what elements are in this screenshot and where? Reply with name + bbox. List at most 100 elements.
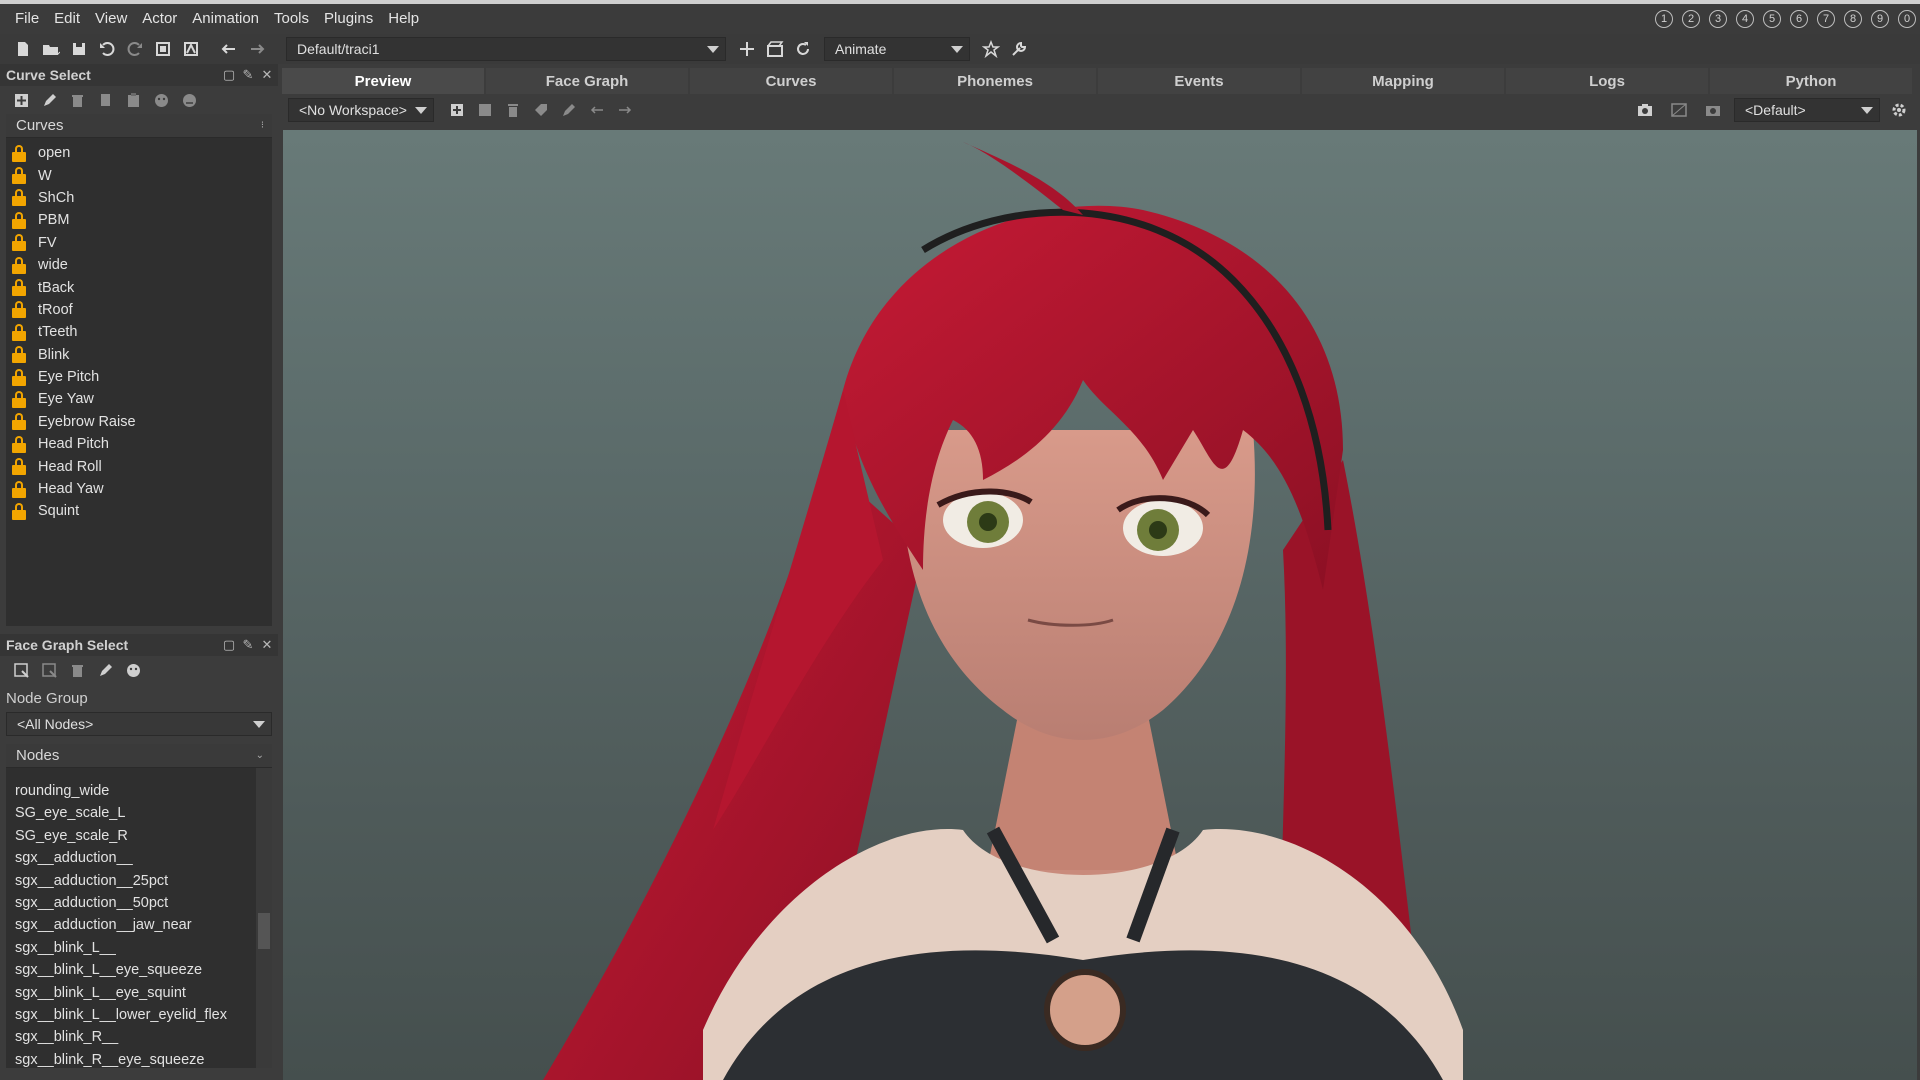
tab-preview[interactable]: Preview [282,68,484,94]
mode-combo[interactable]: Animate [824,37,970,61]
menu-animation[interactable]: Animation [185,5,266,33]
new-file-icon[interactable] [10,37,36,61]
analyze-icon[interactable] [178,37,204,61]
node-item[interactable]: sgx__blink_L__eye_squeeze [6,959,272,981]
curve-item[interactable]: Squint [6,500,272,522]
menu-view[interactable]: View [88,5,134,33]
curve-item[interactable]: Eyebrow Raise [6,411,272,433]
clapper-icon[interactable] [762,37,788,61]
face-icon[interactable] [122,660,144,680]
menu-tools[interactable]: Tools [267,5,316,33]
curve-item[interactable]: W [6,164,272,186]
node-item[interactable]: sgx__adduction__jaw_near [6,914,272,936]
preview-viewport[interactable] [283,130,1917,1080]
curve-item[interactable]: tTeeth [6,321,272,343]
move-right-icon[interactable] [612,98,638,122]
forward-arrow-icon[interactable] [244,37,270,61]
float-icon[interactable]: ▢ [222,67,236,82]
menu-file[interactable]: File [8,5,46,33]
delete-icon[interactable] [66,660,88,680]
tab-mapping[interactable]: Mapping [1302,68,1504,94]
edit-icon[interactable] [38,90,60,110]
curve-item[interactable]: Eye Pitch [6,366,272,388]
layout-slot-8[interactable]: 8 [1844,10,1862,28]
menu-plugins[interactable]: Plugins [317,5,380,33]
menu-edit[interactable]: Edit [47,5,87,33]
node-item[interactable]: SG_eye_scale_L [6,802,272,824]
back-arrow-icon[interactable] [216,37,242,61]
nodes-scrollbar[interactable] [256,768,272,1068]
curve-item[interactable]: tRoof [6,299,272,321]
curve-item[interactable]: tBack [6,276,272,298]
redo-icon[interactable] [122,37,148,61]
curve-item[interactable]: Eye Yaw [6,388,272,410]
layout-slot-1[interactable]: 1 [1655,10,1673,28]
curve-item[interactable]: wide [6,254,272,276]
add-icon[interactable] [734,37,760,61]
curve-item[interactable]: ShCh [6,187,272,209]
pin-icon[interactable]: ✎ [241,67,255,82]
settings-face-icon[interactable] [178,90,200,110]
tag-icon[interactable] [528,98,554,122]
move-left-icon[interactable] [584,98,610,122]
deselect-node-icon[interactable] [38,660,60,680]
copy-icon[interactable] [94,90,116,110]
delete-icon[interactable] [500,98,526,122]
star-icon[interactable] [978,37,1004,61]
layout-slot-9[interactable]: 9 [1871,10,1889,28]
curve-item[interactable]: PBM [6,209,272,231]
layout-slot-7[interactable]: 7 [1817,10,1835,28]
tab-python[interactable]: Python [1710,68,1912,94]
float-icon[interactable]: ▢ [222,637,236,652]
add-curve-icon[interactable] [10,90,32,110]
camera-icon[interactable] [1632,98,1658,122]
layout-slot-6[interactable]: 6 [1790,10,1808,28]
tab-face-graph[interactable]: Face Graph [486,68,688,94]
node-item[interactable]: sgx__blink_L__lower_eyelid_flex [6,1004,272,1026]
menu-dots-icon[interactable]: ⁝ [261,120,264,131]
nodes-list-header[interactable]: Nodes ⌄ [6,744,272,768]
undo-icon[interactable] [94,37,120,61]
layout-slot-2[interactable]: 2 [1682,10,1700,28]
batch-icon[interactable] [150,37,176,61]
open-folder-icon[interactable] [38,37,64,61]
layout-slot-0[interactable]: 0 [1898,10,1916,28]
menu-actor[interactable]: Actor [135,5,184,33]
curve-item[interactable]: Head Yaw [6,478,272,500]
add-workspace-icon[interactable] [444,98,470,122]
save-icon[interactable] [66,37,92,61]
paste-icon[interactable] [122,90,144,110]
layout-slot-4[interactable]: 4 [1736,10,1754,28]
curve-item[interactable]: Head Roll [6,455,272,477]
nodes-scroll-thumb[interactable] [258,913,270,949]
node-item[interactable]: sgx__adduction__25pct [6,870,272,892]
wrench-icon[interactable] [1006,37,1032,61]
node-group-select[interactable]: <All Nodes> [6,712,272,736]
screenshot-icon[interactable] [1666,98,1692,122]
rename-icon[interactable] [556,98,582,122]
close-icon[interactable]: ✕ [260,637,274,652]
curve-item[interactable]: Blink [6,344,272,366]
file-path-combo[interactable]: Default/traci1 [286,37,726,61]
chevron-down-icon[interactable]: ⌄ [256,750,264,761]
workspace-combo[interactable]: <No Workspace> [288,98,434,122]
tab-logs[interactable]: Logs [1506,68,1708,94]
face-icon[interactable] [150,90,172,110]
edit-icon[interactable] [94,660,116,680]
node-item[interactable]: sgx__blink_L__eye_squint [6,982,272,1004]
select-node-icon[interactable] [10,660,32,680]
duplicate-workspace-icon[interactable] [472,98,498,122]
curve-item[interactable]: open [6,142,272,164]
layout-slot-5[interactable]: 5 [1763,10,1781,28]
node-item[interactable]: sgx__blink_R__ [6,1026,272,1048]
delete-icon[interactable] [66,90,88,110]
node-item[interactable]: SG_eye_scale_R [6,825,272,847]
pin-icon[interactable]: ✎ [241,637,255,652]
node-item[interactable]: sgx__blink_R__eye_squeeze [6,1049,272,1068]
node-item[interactable]: sgx__adduction__ [6,847,272,869]
camera-settings-icon[interactable] [1700,98,1726,122]
tab-phonemes[interactable]: Phonemes [894,68,1096,94]
gear-icon[interactable] [1886,98,1912,122]
layout-slot-3[interactable]: 3 [1709,10,1727,28]
curve-item[interactable]: Head Pitch [6,433,272,455]
